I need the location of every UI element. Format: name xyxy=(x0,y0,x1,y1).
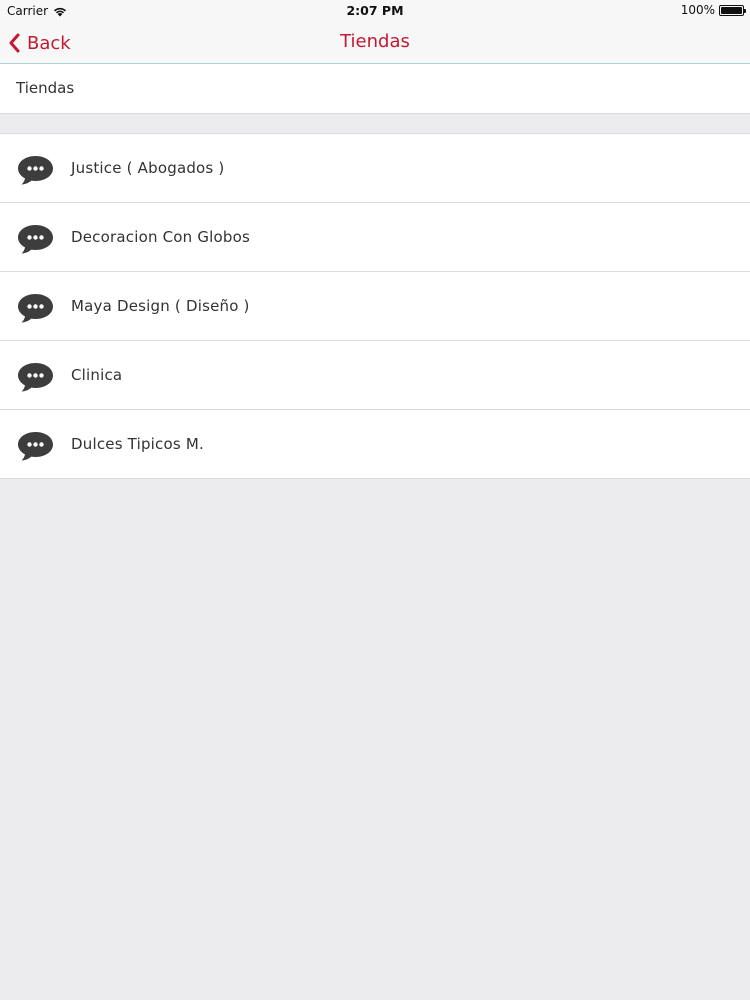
store-name: Dulces Tipicos M. xyxy=(71,435,204,453)
list-item[interactable]: Decoracion Con Globos xyxy=(0,203,750,272)
section-spacer xyxy=(0,114,750,134)
list-item[interactable]: Justice ( Abogados ) xyxy=(0,134,750,203)
chat-bubble-icon xyxy=(18,432,53,461)
store-list: Justice ( Abogados ) Decoracion Con Glob… xyxy=(0,134,750,479)
status-time: 2:07 PM xyxy=(346,3,404,18)
list-item[interactable]: Clinica xyxy=(0,341,750,410)
chat-bubble-icon xyxy=(18,156,53,185)
store-name: Decoracion Con Globos xyxy=(71,228,251,246)
list-item[interactable]: Dulces Tipicos M. xyxy=(0,410,750,479)
store-name: Maya Design ( Diseño ) xyxy=(71,297,250,315)
page-title: Tiendas xyxy=(340,31,410,52)
section-header: Tiendas xyxy=(0,64,750,114)
chat-bubble-icon xyxy=(18,225,53,254)
store-name: Clinica xyxy=(71,366,123,384)
chat-bubble-icon xyxy=(18,294,53,323)
status-bar: Carrier 2:07 PM 100% xyxy=(0,0,750,22)
store-name: Justice ( Abogados ) xyxy=(71,159,225,177)
battery-icon xyxy=(719,4,746,16)
chat-bubble-icon xyxy=(18,363,53,392)
list-item[interactable]: Maya Design ( Diseño ) xyxy=(0,272,750,341)
navigation-bar: Back Tiendas xyxy=(0,22,750,64)
section-header-label: Tiendas xyxy=(16,79,75,97)
empty-background xyxy=(0,480,750,1000)
status-right: 100% xyxy=(680,3,746,17)
battery-percent: 100% xyxy=(680,3,715,17)
